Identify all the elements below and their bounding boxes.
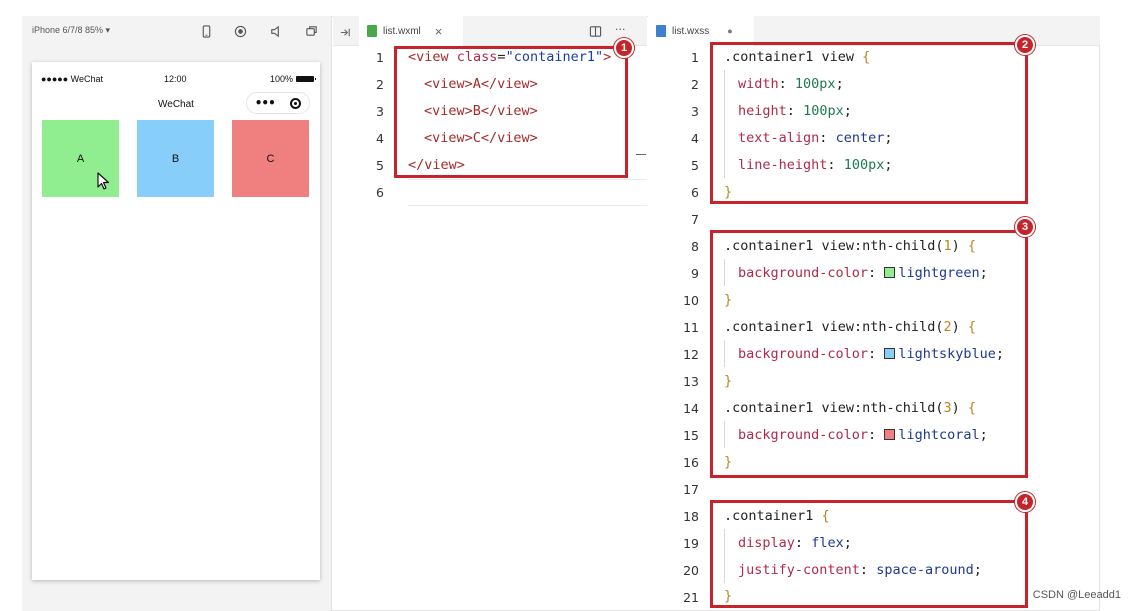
line-number: 4 (691, 131, 699, 146)
current-line-highlight (408, 179, 647, 206)
view-box-c[interactable]: C (232, 120, 309, 197)
view-box-label: B (171, 152, 180, 165)
line-number: 19 (683, 536, 699, 551)
step-into-icon[interactable] (337, 24, 353, 40)
line-number: 7 (691, 212, 699, 227)
highlight-box-1 (394, 46, 628, 178)
step-badge-3: 3 (1015, 217, 1035, 237)
wxml-tab-bar: list.wxml × ··· (333, 16, 647, 46)
line-number: 5 (691, 158, 699, 173)
line-number: 3 (376, 104, 384, 119)
mouse-cursor-icon (97, 172, 110, 190)
view-box-b[interactable]: B (137, 120, 214, 197)
line-number: 4 (376, 131, 384, 146)
scroll-marker (636, 154, 646, 155)
device-select[interactable]: iPhone 6/7/8 85% ▾ (32, 25, 110, 36)
tab-label: list.wxml (383, 25, 421, 37)
watermark: CSDN @Leeadd1 (1032, 589, 1121, 601)
line-number: 3 (691, 104, 699, 119)
tab-list-wxml[interactable]: list.wxml × (359, 16, 463, 46)
split-editor-icon[interactable] (587, 23, 603, 39)
line-number: 1 (376, 50, 384, 65)
phone-screen: ●●●●● WeChat 12:00 100% WeChat ••• A B C (32, 62, 320, 580)
more-actions-icon[interactable]: ··· (615, 23, 626, 36)
wxml-file-icon (367, 25, 377, 37)
line-number: 12 (683, 347, 699, 362)
line-number: 20 (683, 563, 699, 578)
line-number: 9 (691, 266, 699, 281)
line-number: 21 (683, 590, 699, 605)
line-number: 1 (691, 50, 699, 65)
step-badge-1: 1 (614, 38, 634, 58)
line-number: 6 (691, 185, 699, 200)
line-number: 2 (376, 77, 384, 92)
simulator-toolbar: iPhone 6/7/8 85% ▾ (22, 16, 332, 46)
line-number: 11 (683, 320, 699, 335)
close-tab-icon[interactable]: × (435, 24, 443, 39)
highlight-box-3 (710, 230, 1028, 478)
line-number: 2 (691, 77, 699, 92)
step-badge-4: 4 (1015, 492, 1035, 512)
status-time: 12:00 (164, 74, 187, 84)
highlight-box-2 (710, 42, 1028, 204)
battery-percent: 100% (269, 74, 293, 84)
line-number: 17 (683, 482, 699, 497)
step-badge-2: 2 (1015, 35, 1035, 55)
battery-indicator: 100% (269, 74, 316, 84)
phone-icon[interactable] (198, 23, 214, 39)
window-icon[interactable] (303, 23, 319, 39)
menu-capsule[interactable]: ••• (246, 92, 310, 114)
tab-label: list.wxss (672, 25, 710, 37)
line-number: 13 (683, 374, 699, 389)
view-box-label: A (76, 152, 85, 165)
simulator-pane: iPhone 6/7/8 85% ▾ ●●●●● WeChat 12:00 10… (22, 16, 332, 611)
line-number: 8 (691, 239, 699, 254)
line-number: 15 (683, 428, 699, 443)
line-number: 14 (683, 401, 699, 416)
line-number: 16 (683, 455, 699, 470)
wxss-file-icon (656, 25, 666, 37)
battery-icon (296, 76, 316, 82)
more-icon[interactable]: ••• (255, 97, 276, 109)
highlight-box-4 (710, 500, 1028, 608)
line-number: 18 (683, 509, 699, 524)
close-mini-program-icon[interactable] (290, 97, 302, 109)
line-number: 6 (376, 185, 384, 200)
line-number: 10 (683, 293, 699, 308)
line-number: 5 (376, 158, 384, 173)
signal-indicator: ●●●●● WeChat (41, 74, 104, 84)
view-box-label: C (266, 152, 275, 165)
unsaved-dot-icon[interactable]: ● (727, 26, 732, 36)
speaker-icon[interactable] (267, 23, 283, 39)
record-icon[interactable] (232, 23, 248, 39)
status-bar: ●●●●● WeChat 12:00 100% (32, 62, 320, 84)
